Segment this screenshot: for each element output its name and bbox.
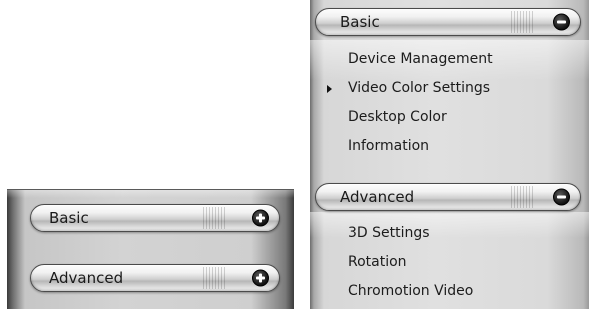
minus-icon[interactable]	[553, 188, 570, 206]
advanced-section-label: Advanced	[340, 188, 415, 206]
menu-item-information[interactable]: Information	[348, 138, 429, 154]
advanced-section-header-expanded[interactable]: Advanced	[315, 183, 581, 211]
basic-section-label: Basic	[49, 209, 89, 227]
selected-arrow-icon	[327, 85, 332, 93]
menu-item-desktop-color[interactable]: Desktop Color	[348, 109, 447, 125]
menu-item-chromotion-video[interactable]: Chromotion Video	[348, 283, 473, 299]
basic-section-header-expanded[interactable]: Basic	[315, 8, 581, 36]
menu-item-video-color-settings[interactable]: Video Color Settings	[348, 80, 490, 96]
collapsed-sidebar-panel: Basic Advanced	[7, 189, 294, 309]
minus-icon[interactable]	[553, 13, 570, 31]
grip-texture	[203, 207, 225, 229]
plus-icon[interactable]	[252, 269, 269, 287]
advanced-section-header-collapsed[interactable]: Advanced	[30, 264, 280, 292]
basic-section-header-collapsed[interactable]: Basic	[30, 204, 280, 232]
grip-texture	[203, 267, 225, 289]
menu-item-device-management[interactable]: Device Management	[348, 51, 493, 67]
advanced-section-label: Advanced	[49, 269, 124, 287]
grip-texture	[511, 186, 533, 208]
grip-texture	[511, 11, 533, 33]
menu-item-rotation[interactable]: Rotation	[348, 254, 407, 270]
plus-icon[interactable]	[252, 209, 269, 227]
screenshot-stage: Basic Advanced Basic Device Management V…	[0, 0, 589, 309]
basic-section-label: Basic	[340, 13, 380, 31]
expanded-sidebar-panel: Basic Device Management Video Color Sett…	[310, 0, 589, 309]
menu-item-3d-settings[interactable]: 3D Settings	[348, 225, 430, 241]
